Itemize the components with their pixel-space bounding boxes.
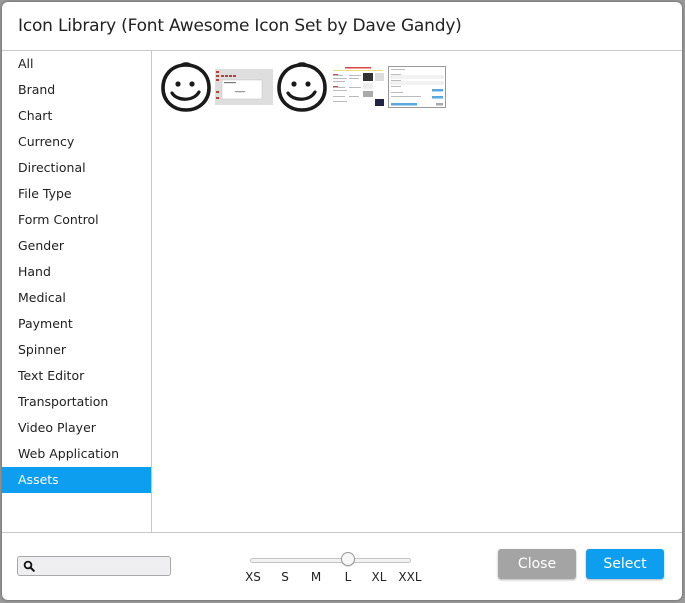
size-label-xs[interactable]: XS: [245, 570, 261, 584]
footer-divider: [2, 532, 682, 533]
sidebar-item-transportation[interactable]: Transportation: [2, 389, 151, 415]
sidebar-item-currency[interactable]: Currency: [2, 129, 151, 155]
form-screenshot-thumbnail: [388, 66, 446, 108]
asset-thumbnail-dialog[interactable]: [215, 69, 273, 109]
sidebar-item-video-player[interactable]: Video Player: [2, 415, 151, 441]
sidebar-item-web-application[interactable]: Web Application: [2, 441, 151, 467]
search-field[interactable]: [17, 556, 171, 576]
sidebar-item-directional[interactable]: Directional: [2, 155, 151, 181]
category-sidebar: All Brand Chart Currency Directional File Typ…: [2, 51, 152, 532]
search-icon: [23, 560, 35, 572]
icon-size-slider-thumb[interactable]: [341, 552, 355, 566]
size-label-xl[interactable]: XL: [372, 570, 387, 584]
asset-thumbnail-form[interactable]: [388, 66, 446, 112]
smiley-icon: [161, 62, 211, 112]
sidebar-item-medical[interactable]: Medical: [2, 285, 151, 311]
sidebar-item-file-type[interactable]: File Type: [2, 181, 151, 207]
size-label-l[interactable]: L: [345, 570, 352, 584]
size-label-s[interactable]: S: [281, 570, 289, 584]
asset-list: [159, 61, 448, 117]
webpage-screenshot-thumbnail: [331, 65, 386, 109]
dialog-screenshot-thumbnail: [215, 69, 273, 105]
asset-thumbnail-webpage[interactable]: [331, 65, 386, 113]
close-button[interactable]: Close: [498, 549, 576, 579]
size-label-xxl[interactable]: XXL: [398, 570, 421, 584]
asset-grid: [152, 51, 682, 532]
sidebar-item-gender[interactable]: Gender: [2, 233, 151, 259]
sidebar-item-payment[interactable]: Payment: [2, 311, 151, 337]
sidebar-item-form-control[interactable]: Form Control: [2, 207, 151, 233]
select-button[interactable]: Select: [586, 549, 664, 579]
sidebar-item-spinner[interactable]: Spinner: [2, 337, 151, 363]
dialog-title: Icon Library (Font Awesome Icon Set by D…: [18, 16, 462, 36]
asset-smiley-1[interactable]: [159, 61, 213, 117]
search-input[interactable]: [38, 557, 166, 575]
sidebar-item-assets[interactable]: Assets: [2, 467, 151, 493]
sidebar-item-chart[interactable]: Chart: [2, 103, 151, 129]
size-label-m[interactable]: M: [311, 570, 321, 584]
icon-size-slider-track[interactable]: [250, 558, 411, 563]
sidebar-item-text-editor[interactable]: Text Editor: [2, 363, 151, 389]
smiley-icon: [277, 62, 327, 112]
icon-library-dialog: Icon Library (Font Awesome Icon Set by D…: [2, 2, 682, 600]
sidebar-item-all[interactable]: All: [2, 51, 151, 77]
asset-smiley-2[interactable]: [275, 61, 329, 117]
sidebar-item-hand[interactable]: Hand: [2, 259, 151, 285]
sidebar-item-brand[interactable]: Brand: [2, 77, 151, 103]
